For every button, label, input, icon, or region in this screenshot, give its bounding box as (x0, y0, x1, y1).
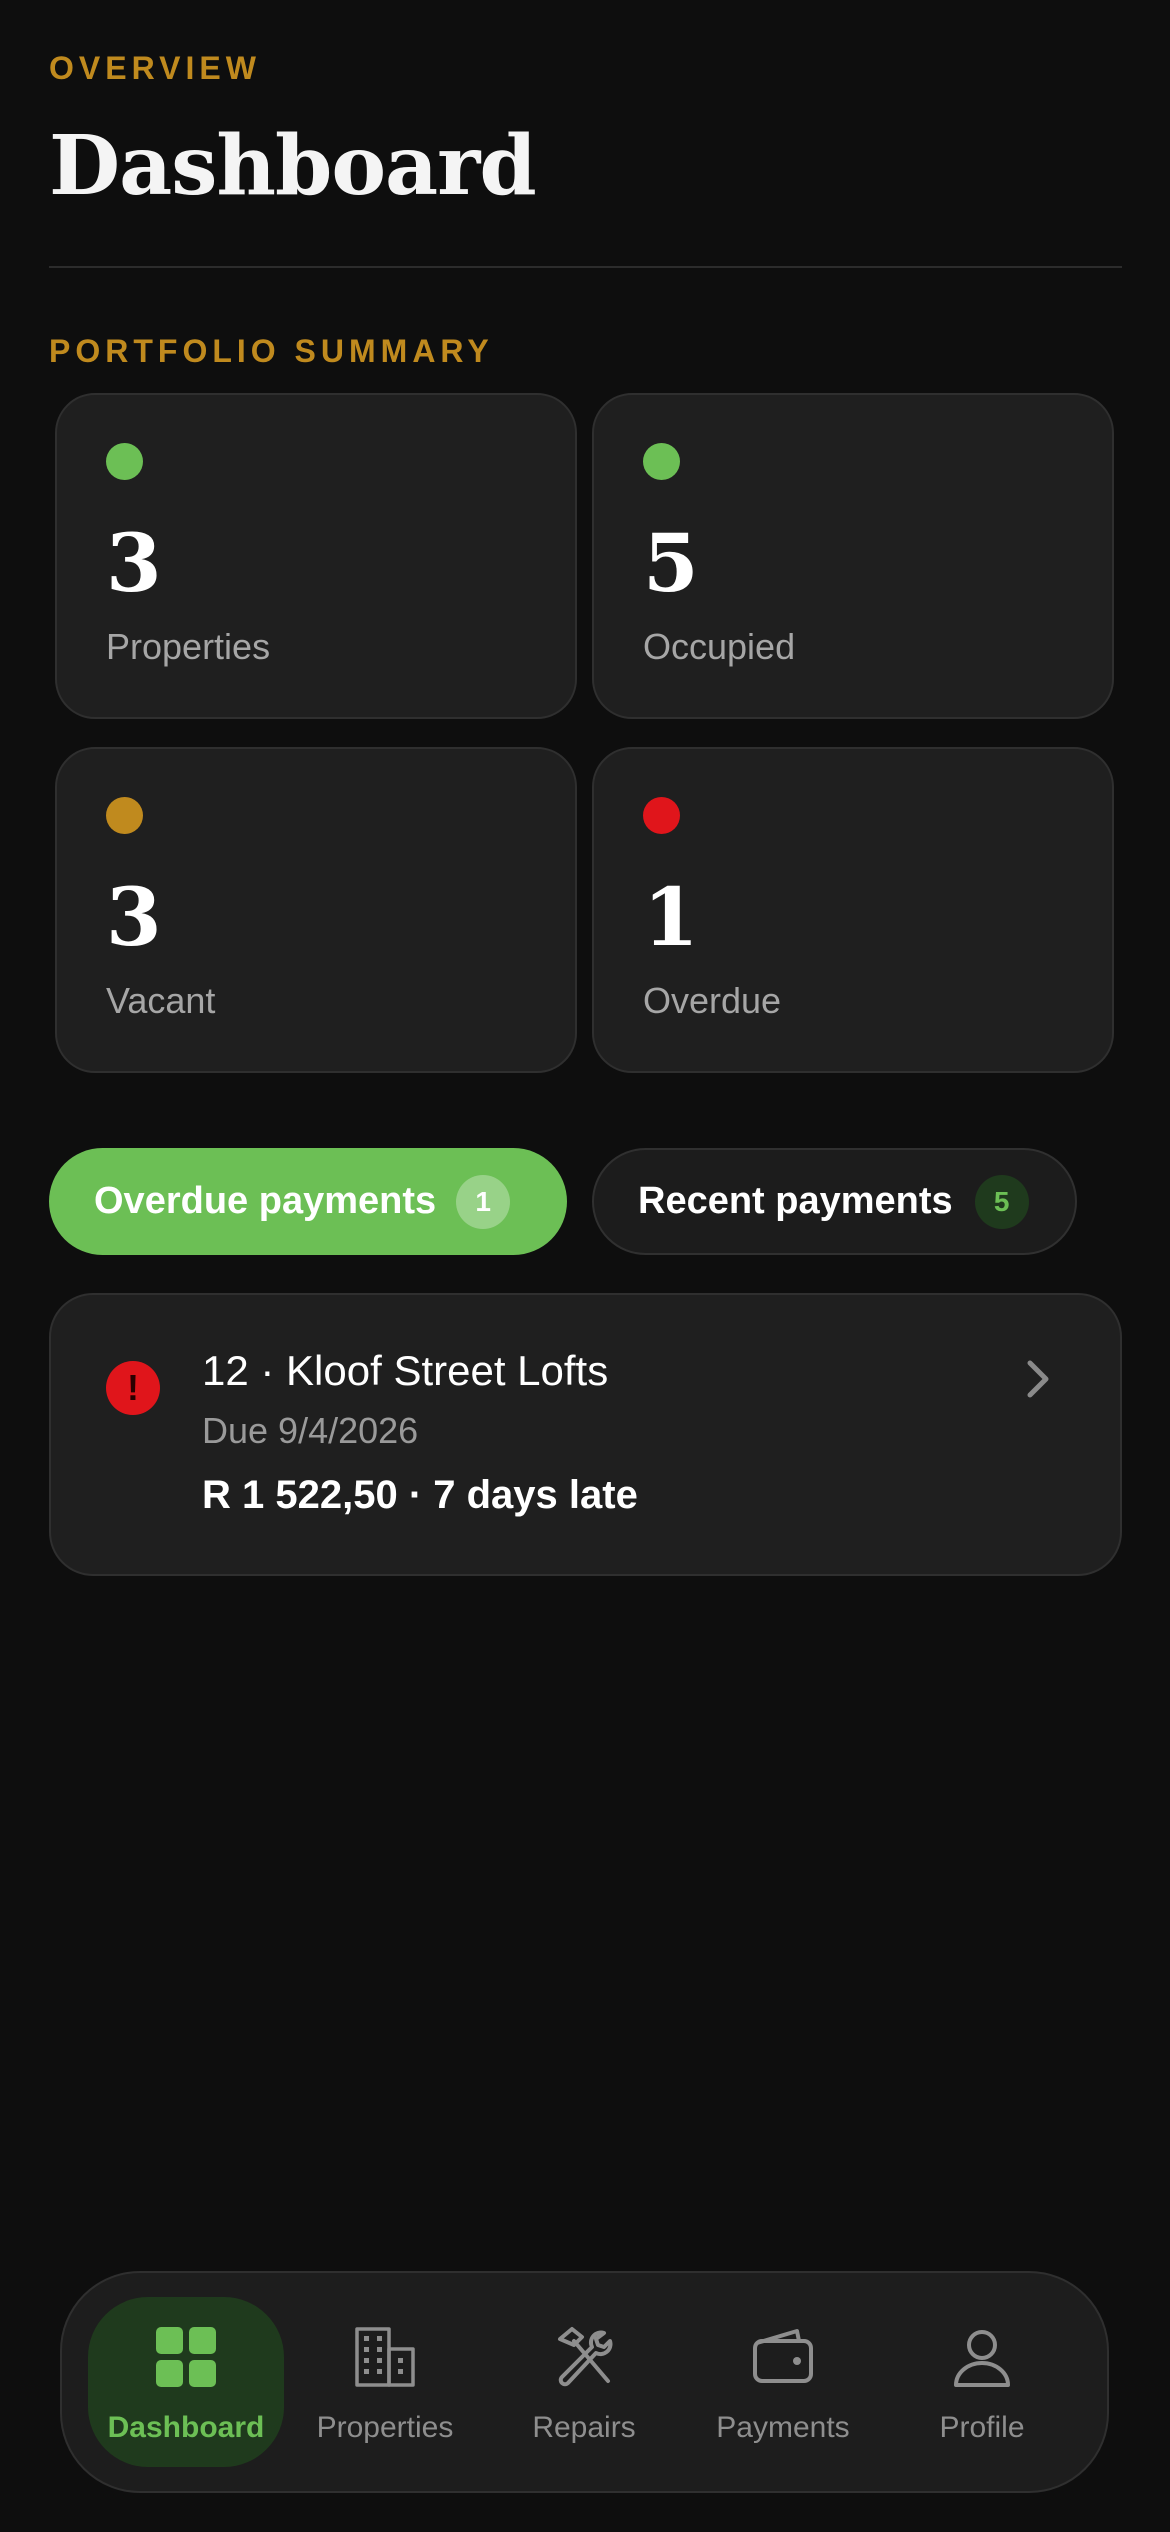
stat-label: Overdue (643, 980, 782, 1021)
user-icon (954, 2330, 1010, 2387)
status-dot-icon (106, 797, 143, 834)
stat-label: Vacant (106, 980, 216, 1021)
page-title: Dashboard (49, 118, 537, 214)
nav-item-profile[interactable]: Profile (884, 2297, 1080, 2467)
tab-label: Recent payments (638, 1180, 953, 1222)
nav-item-repairs[interactable]: Repairs (486, 2297, 682, 2467)
stat-card-vacant[interactable]: 3 Vacant (55, 747, 577, 1073)
stat-label: Occupied (643, 626, 796, 667)
nav-item-payments[interactable]: Payments (685, 2297, 881, 2467)
nav-label: Dashboard (107, 2411, 265, 2444)
tab-overdue-payments[interactable]: Overdue payments 1 (49, 1148, 567, 1255)
nav-label: Payments (716, 2411, 850, 2444)
page-eyebrow: OVERVIEW (49, 50, 261, 86)
nav-label: Profile (939, 2411, 1025, 2444)
count-badge: 1 (456, 1174, 511, 1229)
stat-value: 3 (106, 870, 162, 964)
status-dot-icon (106, 443, 143, 480)
status-dot-icon (643, 797, 680, 834)
grid-icon (156, 2327, 216, 2387)
stat-value: 3 (106, 516, 162, 610)
payment-amount: R 1 522,50 · 7 days late (202, 1473, 638, 1517)
nav-item-dashboard[interactable]: Dashboard (88, 2297, 284, 2467)
chevron-right-icon[interactable] (1018, 1355, 1058, 1403)
bottom-nav: Dashboard Properties Repairs Payments Pr… (60, 2271, 1109, 2493)
stat-value: 5 (643, 516, 699, 610)
alert-icon: ! (106, 1361, 160, 1415)
nav-label: Repairs (532, 2411, 636, 2444)
status-dot-icon (643, 443, 680, 480)
stat-card-occupied[interactable]: 5 Occupied (592, 393, 1114, 719)
wallet-icon (753, 2329, 813, 2383)
payment-due-date: Due 9/4/2026 (202, 1410, 419, 1451)
overdue-payment-item[interactable]: ! 12 · Kloof Street Lofts Due 9/4/2026 R… (49, 1293, 1122, 1576)
stat-card-properties[interactable]: 3 Properties (55, 393, 577, 719)
building-icon (355, 2327, 415, 2387)
payment-title: 12 · Kloof Street Lofts (202, 1347, 609, 1394)
nav-label: Properties (316, 2411, 454, 2444)
tab-recent-payments[interactable]: Recent payments 5 (592, 1148, 1077, 1255)
stat-card-overdue[interactable]: 1 Overdue (592, 747, 1114, 1073)
stat-value: 1 (643, 870, 699, 964)
nav-item-properties[interactable]: Properties (287, 2297, 483, 2467)
tab-label: Overdue payments (94, 1180, 437, 1222)
divider (49, 266, 1122, 268)
count-badge: 5 (974, 1174, 1029, 1229)
stat-label: Properties (106, 626, 271, 667)
section-label-portfolio-summary: PORTFOLIO SUMMARY (49, 333, 494, 369)
tools-icon (558, 2327, 613, 2387)
